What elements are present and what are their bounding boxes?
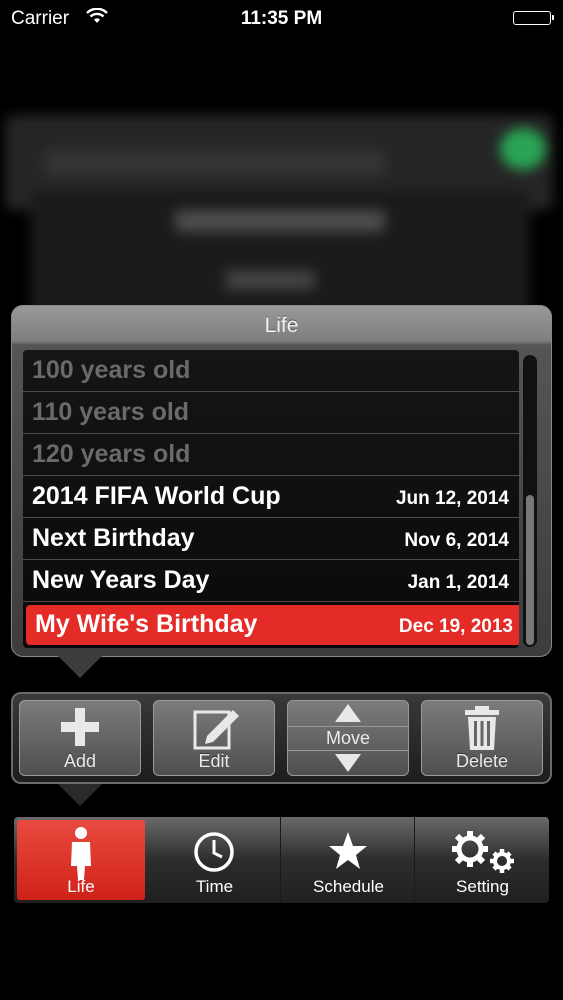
status-bar: Carrier 11:35 PM — [0, 0, 563, 40]
event-date: Jun 12, 2014 — [395, 488, 509, 509]
gears-icon — [452, 831, 514, 873]
event-name: 120 years old — [32, 440, 191, 468]
delete-label: Delete — [455, 751, 509, 771]
arrow-up-icon — [335, 704, 361, 722]
toolbar-pointer — [58, 784, 102, 806]
tab-schedule-label: Schedule — [313, 877, 384, 896]
tab-time[interactable]: Time — [148, 817, 281, 903]
trash-icon — [465, 706, 499, 750]
person-icon — [71, 827, 91, 880]
list-item-selected[interactable]: My Wife's Birthday Dec 19, 2013 — [26, 605, 519, 645]
list-item[interactable]: 100 years old — [23, 350, 519, 392]
tab-time-label: Time — [195, 877, 234, 896]
move-label: Move — [325, 728, 370, 748]
event-name: New Years Day — [32, 566, 210, 594]
event-name: 100 years old — [32, 356, 191, 384]
event-date: Jan 1, 2014 — [407, 572, 509, 593]
move-button[interactable]: Move — [287, 700, 409, 776]
list-item[interactable]: Next Birthday Nov 6, 2014 — [23, 518, 519, 560]
star-icon — [329, 832, 367, 869]
list-item[interactable]: 120 years old — [23, 434, 519, 476]
move-divider — [287, 726, 409, 727]
picker-pointer — [58, 656, 102, 678]
tab-setting[interactable]: Setting — [416, 817, 549, 903]
tab-bar: Life Time Schedule Setting — [14, 817, 549, 903]
pencil-edit-icon — [193, 710, 239, 750]
tab-life[interactable]: Life — [17, 820, 145, 900]
event-name: My Wife's Birthday — [35, 610, 258, 638]
clock-icon — [194, 832, 234, 872]
event-name: 110 years old — [32, 398, 190, 426]
scrollbar-thumb[interactable] — [526, 495, 534, 645]
action-toolbar: Add Edit Move Delete — [11, 692, 552, 784]
event-date: Nov 6, 2014 — [404, 530, 509, 551]
arrow-down-icon — [335, 754, 361, 772]
list-scrollbar[interactable] — [523, 355, 537, 647]
event-picker-panel: Life 100 years old 110 years old 120 yea… — [11, 305, 552, 657]
event-list[interactable]: 100 years old 110 years old 120 years ol… — [23, 350, 519, 648]
battery-icon — [513, 11, 554, 25]
delete-button[interactable]: Delete — [421, 700, 543, 776]
picker-title: Life — [264, 314, 299, 337]
edit-label: Edit — [198, 751, 230, 771]
add-label: Add — [63, 751, 97, 771]
list-item[interactable]: New Years Day Jan 1, 2014 — [23, 560, 519, 602]
move-divider — [287, 750, 409, 751]
event-date: Dec 19, 2013 — [398, 616, 513, 637]
add-button[interactable]: Add — [19, 700, 141, 776]
list-item[interactable]: 2014 FIFA World Cup Jun 12, 2014 — [23, 476, 519, 518]
tab-schedule[interactable]: Schedule — [282, 817, 415, 903]
tab-life-label: Life — [67, 877, 95, 896]
event-name: Next Birthday — [32, 524, 195, 552]
event-name: 2014 FIFA World Cup — [32, 482, 281, 510]
plus-icon — [61, 708, 99, 746]
edit-button[interactable]: Edit — [153, 700, 275, 776]
list-item[interactable]: 110 years old — [23, 392, 519, 434]
tab-setting-label: Setting — [456, 877, 509, 896]
clock-time: 11:35 PM — [240, 8, 323, 29]
